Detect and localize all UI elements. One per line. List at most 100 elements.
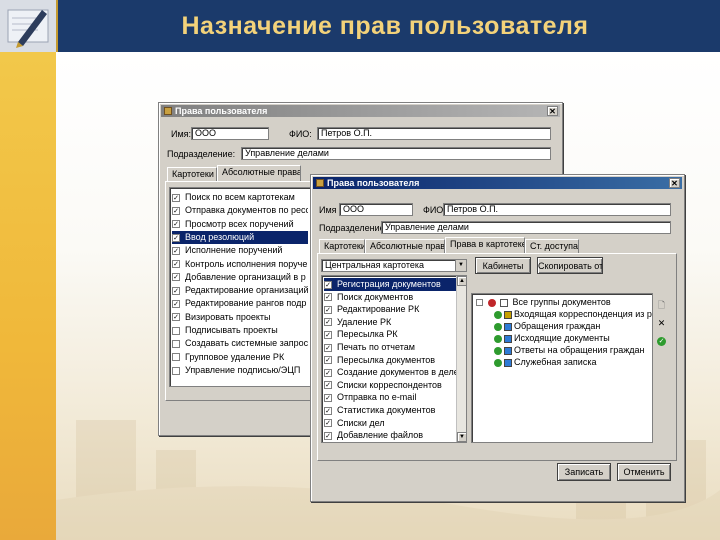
checkbox[interactable]: ✓ (324, 318, 332, 327)
right-item[interactable]: ✓ Редактирование рангов подр (172, 297, 308, 310)
checkbox[interactable]: ✓ (324, 381, 332, 390)
tab-absolute-rights[interactable]: Абсолютные права (365, 239, 445, 253)
right-item[interactable]: ✓ Поиск по всем картотекам (172, 191, 308, 204)
right-item[interactable]: ✓ Создание документов в деле (324, 366, 464, 379)
right-item[interactable]: ✓ Ввод резолюций (172, 230, 308, 244)
right-label: Поиск по всем картотекам (185, 192, 295, 202)
new-document-icon[interactable]: 🗋 (657, 301, 666, 310)
checkbox[interactable]: ✓ (324, 368, 332, 377)
right-item[interactable]: ✓ Удаление РК (324, 316, 464, 329)
fio-field[interactable]: Петров О.П. (443, 203, 671, 216)
save-button[interactable]: Записать (557, 463, 611, 481)
right-item[interactable]: ✓ Добавление организаций в р (172, 271, 308, 284)
right-item[interactable]: ✓ Регистрация документов (324, 278, 464, 291)
right-item[interactable]: ✓ Списки дел (324, 417, 464, 430)
checkbox[interactable] (172, 353, 180, 362)
right-item[interactable]: ✓ Визировать проекты (172, 311, 308, 324)
cancel-button[interactable]: Отменить (617, 463, 671, 481)
tree-item[interactable]: Входящая корреспонденция из ра (494, 309, 652, 320)
checkbox[interactable]: ✓ (172, 220, 180, 229)
tree-item-label: Служебная записка (514, 357, 597, 367)
name-field[interactable]: ООО (339, 203, 413, 216)
cardfile-select[interactable]: Центральная картотека ▼ (321, 259, 467, 272)
right-item[interactable]: ✓ Просмотр всех поручений (172, 218, 308, 231)
cabinets-button[interactable]: Кабинеты (475, 257, 531, 274)
checkbox[interactable]: ✓ (172, 193, 180, 202)
checkbox[interactable]: ✓ (324, 331, 332, 340)
right-item[interactable]: ✓ Исполнение поручений (172, 244, 308, 257)
checkbox[interactable]: ✓ (172, 206, 180, 215)
right-item[interactable]: ✓ Статистика документов (324, 404, 464, 417)
right-item[interactable]: Создавать системные запрос (172, 337, 308, 350)
tab-absolute-rights[interactable]: Абсолютные права (217, 165, 301, 181)
checkbox[interactable]: ✓ (172, 260, 180, 269)
right-item[interactable]: Подписывать проекты (172, 324, 308, 337)
copy-from-button[interactable]: Скопировать от... (537, 257, 603, 274)
close-icon[interactable]: ✕ (547, 106, 558, 116)
checkbox[interactable]: ✓ (172, 246, 180, 255)
right-item[interactable]: ✓ Поиск документов (324, 291, 464, 304)
tree-item[interactable]: Служебная записка (494, 357, 596, 368)
checkbox[interactable]: ✓ (324, 431, 332, 440)
rights-scrollbar[interactable]: ▲ ▼ (456, 276, 466, 442)
checkbox[interactable]: ✓ (172, 233, 180, 242)
checkbox[interactable] (172, 339, 180, 348)
right-item[interactable]: ✓ Редактирование РК (324, 303, 464, 316)
right-label: Отправка по e-mail (337, 392, 417, 403)
right-item[interactable]: ✓ Списки корреспондентов (324, 379, 464, 392)
right-item[interactable]: ✓ Печать по отчетам (324, 341, 464, 354)
checkbox[interactable] (172, 326, 180, 335)
right-item[interactable]: ✓ Пересылка РК (324, 328, 464, 341)
checkbox[interactable]: ✓ (324, 419, 332, 428)
close-icon[interactable]: ✕ (669, 178, 680, 188)
checkbox[interactable]: ✓ (324, 280, 332, 289)
check-icon[interactable]: ✓ (657, 337, 666, 346)
document-icon (504, 346, 512, 355)
document-groups-tree[interactable]: Все группы документов Входящая корреспон… (471, 293, 653, 443)
checkbox[interactable]: ✓ (324, 356, 332, 365)
checkbox[interactable]: ✓ (324, 343, 332, 352)
scroll-down-icon[interactable]: ▼ (457, 432, 466, 442)
checkbox[interactable]: ✓ (172, 273, 180, 282)
check-icon (494, 322, 502, 331)
checkbox[interactable]: ✓ (324, 305, 332, 314)
name-field[interactable]: ООО (191, 127, 269, 140)
right-item[interactable]: ✓ Редактирование организаций (172, 284, 308, 297)
dept-field[interactable]: Управление делами (241, 147, 551, 160)
dept-field[interactable]: Управление делами (381, 221, 671, 234)
right-item[interactable]: ✓ Отправка по e-mail (324, 391, 464, 404)
tab-cardfiles[interactable]: Картотеки (319, 239, 365, 253)
tree-item[interactable]: Ответы на обращения граждан (494, 345, 644, 356)
fio-field[interactable]: Петров О.П. (317, 127, 551, 140)
absolute-rights-list[interactable]: ✓ Поиск по всем картотекам ✓ Отправка докум… (169, 187, 311, 387)
checkbox[interactable]: ✓ (172, 300, 180, 309)
right-item[interactable]: Управление подписью/ЭЦП (172, 364, 308, 377)
checkbox[interactable]: ✓ (324, 293, 332, 302)
scroll-up-icon[interactable]: ▲ (457, 276, 466, 286)
right-item[interactable]: ✓ Отправка документов по ресс (172, 204, 308, 217)
checkbox[interactable]: ✓ (172, 313, 180, 322)
tree-item[interactable]: Обращения граждан (494, 321, 600, 332)
right-item[interactable]: ✓ Контроль исполнения поруче (172, 258, 308, 271)
right-label: Групповое удаление РК (185, 351, 285, 362)
tab-cardfile-rights[interactable]: Права в картотеке (445, 237, 525, 253)
tree-item[interactable]: Исходящие документы (494, 333, 610, 344)
right-item[interactable]: ✓ Пересылка документов (324, 354, 464, 367)
checkbox[interactable]: ✓ (324, 406, 332, 415)
logo (0, 0, 58, 52)
checkbox[interactable]: ✓ (172, 286, 180, 295)
right-item[interactable]: ✓ Добавление файлов (324, 429, 464, 442)
cardfile-rights-list[interactable]: ✓ Регистрация документов ✓ Поиск документов… (321, 275, 467, 443)
checkbox[interactable]: ✓ (324, 394, 332, 403)
tree-root[interactable]: Все группы документов (476, 297, 611, 308)
collapse-icon[interactable] (476, 299, 483, 307)
slide-title: Назначение прав пользователя (181, 12, 589, 40)
chevron-down-icon[interactable]: ▼ (455, 260, 466, 271)
back-dialog-title: Права пользователя (175, 106, 268, 116)
tab-cardfiles[interactable]: Картотеки (167, 167, 217, 181)
right-item[interactable]: Групповое удаление РК (172, 351, 308, 364)
delete-icon[interactable]: ✕ (657, 319, 666, 328)
checkbox[interactable] (172, 366, 180, 375)
right-label: Добавление организаций в р (185, 271, 306, 282)
tab-access[interactable]: Ст. доступа (525, 239, 579, 253)
